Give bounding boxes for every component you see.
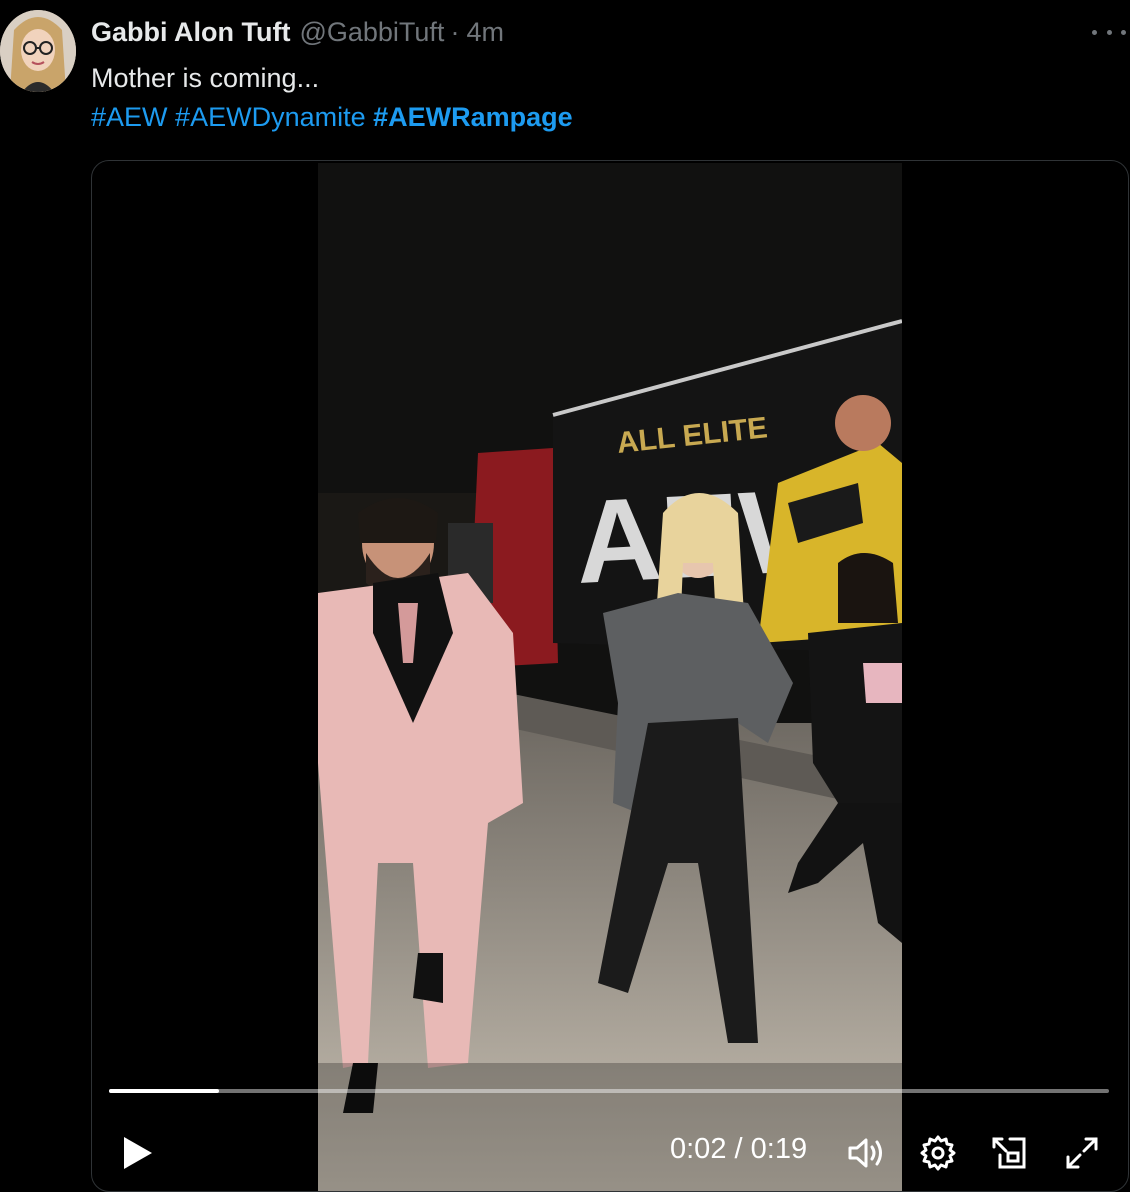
gear-icon[interactable] (918, 1133, 958, 1173)
timestamp[interactable]: 4m (466, 17, 504, 48)
time-display: 0:02 / 0:19 (670, 1133, 807, 1166)
picture-in-picture-icon[interactable] (990, 1133, 1030, 1173)
hashtag-link[interactable]: #AEWRampage (373, 102, 573, 132)
hashtag-link[interactable]: #AEW (91, 102, 168, 132)
author-handle[interactable]: @GabbiTuft (299, 17, 444, 48)
video-frame[interactable]: ALL ELITE AEW (318, 163, 902, 1191)
fullscreen-icon[interactable] (1062, 1133, 1102, 1173)
separator-dot: · (450, 16, 460, 47)
video-still: ALL ELITE AEW (318, 163, 902, 1191)
play-icon[interactable] (120, 1133, 156, 1173)
tweet-text: Mother is coming... (91, 63, 320, 93)
current-time: 0:02 (670, 1133, 727, 1165)
author-name[interactable]: Gabbi Alon Tuft (91, 17, 290, 48)
avatar-image (0, 10, 76, 92)
hashtag-link[interactable]: #AEWDynamite (175, 102, 366, 132)
volume-icon[interactable] (846, 1133, 886, 1173)
time-separator: / (734, 1133, 743, 1165)
progress-fill (109, 1089, 219, 1093)
hashtags: #AEW #AEWDynamite #AEWRampage (91, 97, 573, 137)
avatar[interactable] (0, 10, 76, 92)
more-dots-icon[interactable] (1092, 22, 1126, 42)
progress-bar[interactable] (109, 1089, 1109, 1093)
tweet-header: Gabbi Alon Tuft @GabbiTuft · 4m (91, 14, 504, 50)
duration: 0:19 (750, 1133, 808, 1165)
video-player[interactable]: ALL ELITE AEW (91, 160, 1129, 1192)
